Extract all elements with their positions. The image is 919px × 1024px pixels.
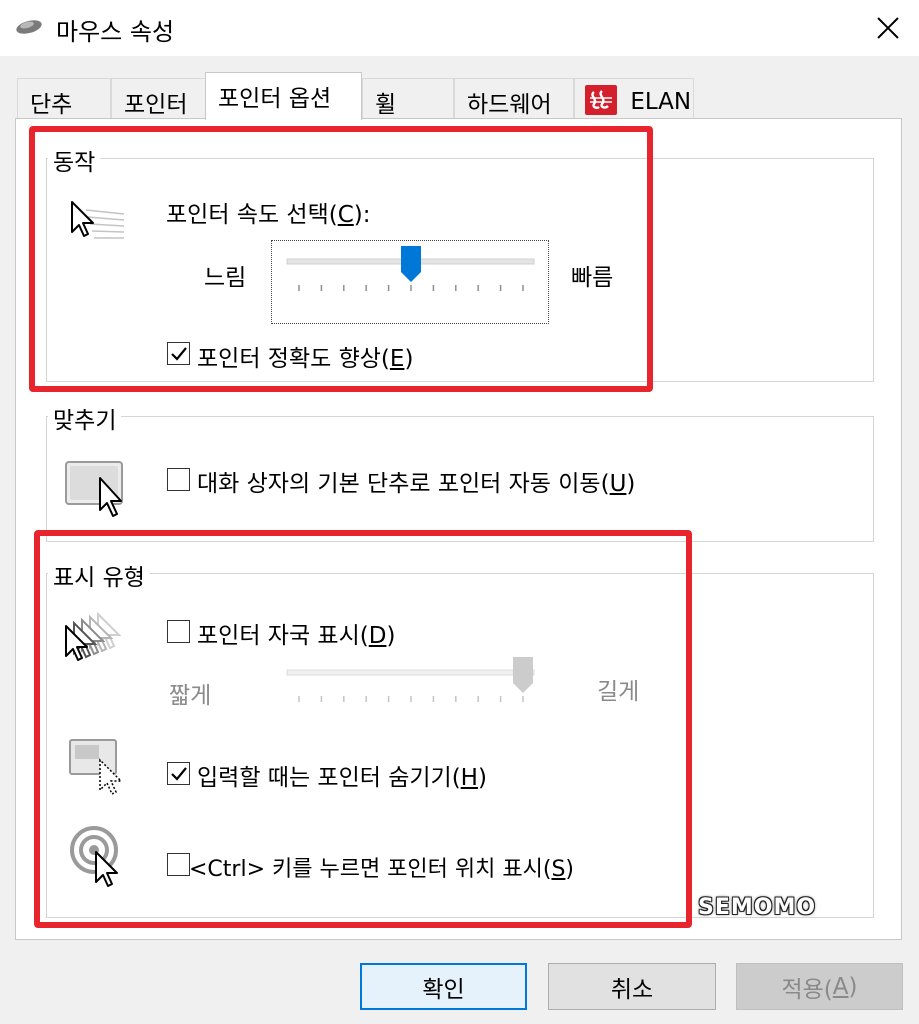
precision-checkbox[interactable] bbox=[167, 342, 190, 365]
snap-legend: 맞추기 bbox=[48, 401, 122, 435]
dialog-snap-icon bbox=[65, 461, 123, 517]
long-label: 길게 bbox=[597, 679, 640, 705]
checkmark-icon bbox=[170, 766, 187, 781]
ctrl-locate-label: <Ctrl> 키를 누르면 포인터 위치 표시(S) bbox=[189, 857, 575, 882]
trails-checkbox[interactable] bbox=[167, 620, 190, 643]
close-icon bbox=[877, 17, 899, 39]
speed-label: 포인터 속도 선택(C): bbox=[166, 202, 371, 228]
tab-label: ELAN bbox=[630, 89, 692, 115]
ctrl-locate-icon bbox=[70, 826, 118, 887]
checkmark-icon bbox=[170, 346, 187, 361]
tab-pointers[interactable]: 포인터 bbox=[111, 78, 207, 118]
snap-label: 대화 상자의 기본 단추로 포인터 자동 이동(U) bbox=[197, 471, 636, 497]
pointer-speed-icon bbox=[71, 201, 125, 239]
precision-label: 포인터 정확도 향상(E) bbox=[197, 346, 414, 372]
speed-slider[interactable] bbox=[271, 240, 549, 324]
tab-label: 포인터 옵션 bbox=[218, 86, 332, 112]
tab-hardware[interactable]: 하드웨어 bbox=[454, 78, 574, 118]
tab-label: 단추 bbox=[30, 92, 73, 118]
pointer-trails-icon bbox=[65, 612, 122, 661]
cancel-button[interactable]: 취소 bbox=[548, 963, 716, 1010]
snap-checkbox[interactable] bbox=[167, 468, 190, 491]
apply-button[interactable]: 적용(A) bbox=[736, 963, 903, 1010]
trails-slider[interactable] bbox=[272, 650, 550, 712]
tab-wheel[interactable]: 휠 bbox=[362, 78, 454, 118]
visibility-legend: 표시 유형 bbox=[48, 558, 150, 592]
tab-label: 하드웨어 bbox=[467, 92, 552, 118]
ok-button[interactable]: 확인 bbox=[360, 963, 527, 1010]
hide-while-typing-icon bbox=[69, 739, 123, 796]
slow-label: 느림 bbox=[204, 265, 247, 291]
watermark: SEMOMO bbox=[698, 895, 817, 920]
window-title: 마우스 속성 bbox=[56, 18, 175, 46]
trails-slider-thumb bbox=[513, 657, 533, 693]
trails-slider-track bbox=[286, 657, 535, 702]
tab-label: 휠 bbox=[375, 92, 397, 118]
tab-buttons[interactable]: 단추 bbox=[17, 78, 111, 118]
elan-logo-icon bbox=[585, 85, 617, 115]
speed-slider-track bbox=[286, 246, 535, 291]
mouse-icon bbox=[16, 20, 42, 34]
close-button[interactable] bbox=[860, 4, 916, 52]
speed-slider-thumb bbox=[401, 246, 421, 282]
fast-label: 빠름 bbox=[571, 265, 614, 291]
motion-legend: 동작 bbox=[48, 143, 101, 177]
trails-label: 포인터 자국 표시(D) bbox=[197, 623, 396, 649]
hide-typing-checkbox[interactable] bbox=[167, 762, 190, 785]
short-label: 짧게 bbox=[169, 683, 212, 709]
hide-typing-label: 입력할 때는 포인터 숨기기(H) bbox=[197, 765, 487, 791]
ctrl-locate-checkbox[interactable] bbox=[167, 853, 190, 876]
tab-pointer-options[interactable]: 포인터 옵션 bbox=[205, 72, 362, 120]
tab-label: 포인터 bbox=[124, 92, 188, 118]
tab-elan[interactable]: ELAN bbox=[574, 78, 694, 118]
